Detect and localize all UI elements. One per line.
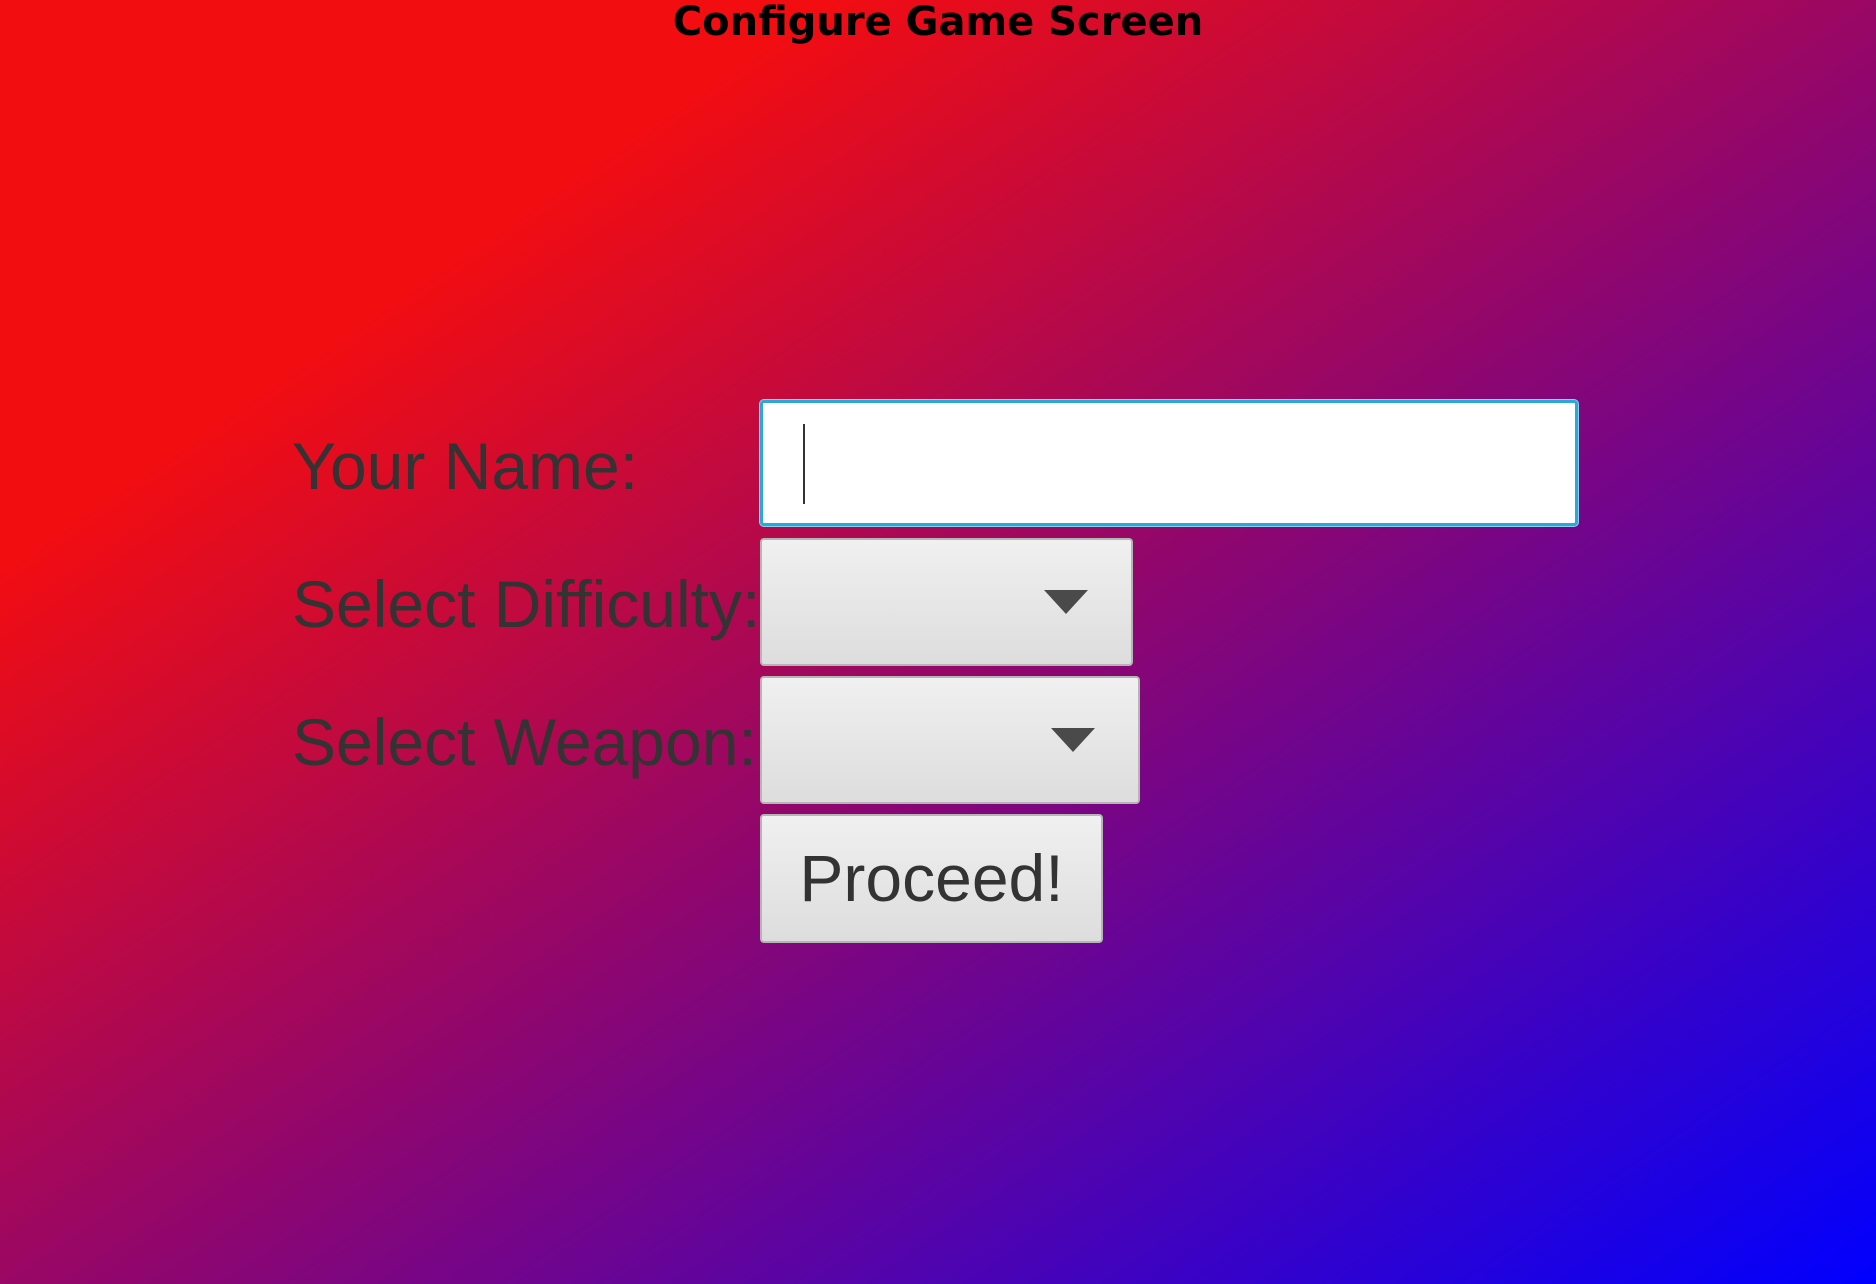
proceed-button[interactable]: Proceed! (760, 814, 1103, 943)
weapon-select[interactable] (760, 676, 1140, 804)
page-title: Configure Game Screen (672, 0, 1204, 45)
chevron-down-icon (1051, 728, 1095, 752)
difficulty-select[interactable] (760, 538, 1133, 666)
name-input[interactable] (760, 400, 1578, 526)
chevron-down-icon (1044, 590, 1088, 614)
difficulty-label: Select Difficulty: (292, 567, 761, 641)
text-caret (803, 424, 805, 504)
weapon-label: Select Weapon: (292, 705, 757, 779)
name-label: Your Name: (292, 429, 639, 503)
